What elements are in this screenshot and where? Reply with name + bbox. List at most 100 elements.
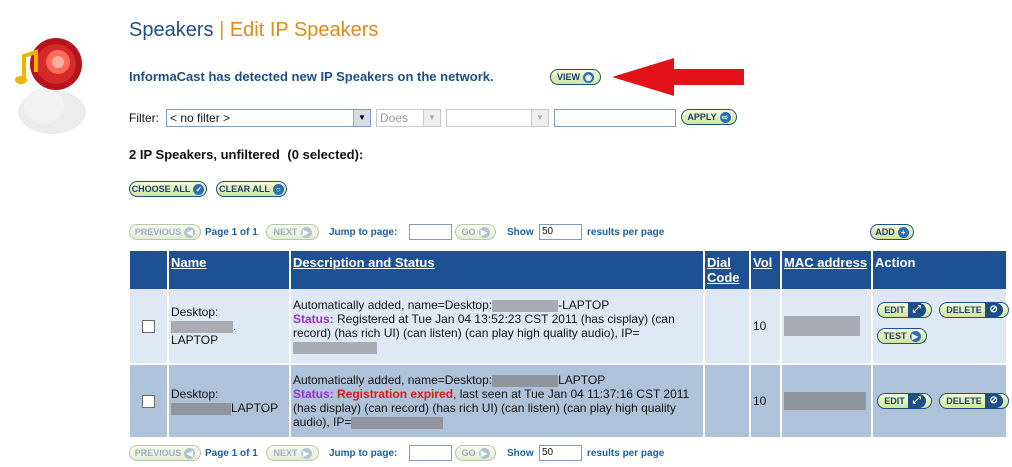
next-button-top: NEXT ▶ (266, 224, 319, 240)
jump-label-top: Jump to page: (329, 227, 398, 238)
table-row: Desktop: . LAPTOP Automatically added, n… (130, 289, 1009, 365)
arrow-right-icon: ▶ (909, 330, 921, 342)
action-cell: EDIT ⤢ DELETE ⊘ TEST ▶ (872, 289, 1009, 365)
filter-field-select[interactable]: < no filter > ▼ (166, 109, 371, 127)
show-input-top[interactable]: 50 (539, 224, 582, 240)
speaker-count: 2 IP Speakers, unfiltered (0 selected): (129, 147, 363, 162)
choose-all-button[interactable]: CHOOSE ALL ✓ (129, 181, 207, 197)
arrow-left-icon: ◀ (184, 226, 196, 238)
speaker-name-cell: Desktop: . LAPTOP (168, 289, 291, 365)
header-description[interactable]: Description and Status (290, 251, 705, 289)
no-entry-icon: ⊘ (984, 394, 1003, 408)
dropdown-arrow-icon: ▼ (423, 110, 440, 126)
redacted-ip (293, 341, 377, 354)
check-icon: ✓ (193, 183, 205, 195)
no-entry-icon: ⊘ (984, 303, 1003, 317)
redacted-name (492, 374, 559, 387)
apply-button-label: APPLY (687, 112, 717, 122)
speaker-count-text: IP Speakers, unfiltered (139, 147, 280, 162)
edit-button[interactable]: EDIT ⤢ (877, 393, 932, 409)
choose-all-label: CHOOSE ALL (131, 184, 191, 194)
header-vol[interactable]: Vol (750, 251, 782, 289)
speaker-description-cell: Automatically added, name=Desktop: LAPTOP… (290, 364, 705, 439)
go-label: GO (461, 448, 476, 458)
header-action: Action (872, 251, 1008, 289)
dial-code-cell (704, 364, 751, 439)
mac-cell (781, 289, 873, 365)
header-select (130, 251, 169, 289)
filter-field-value: < no filter > (170, 111, 231, 125)
redacted-name (171, 320, 233, 333)
plus-icon: + (897, 226, 909, 238)
clear-all-label: CLEAR ALL (219, 184, 270, 194)
view-button[interactable]: VIEW ◉ (550, 69, 601, 85)
redacted-ip (351, 416, 444, 429)
dropdown-arrow-icon: ▼ (353, 110, 370, 126)
clear-all-button[interactable]: CLEAR ALL ○ (216, 181, 287, 197)
apply-button[interactable]: APPLY ⇨ (681, 109, 737, 125)
page-info-bottom: Page 1 of 1 (205, 448, 258, 459)
edit-button[interactable]: EDIT ⤢ (877, 302, 932, 318)
redacted-name (171, 402, 231, 415)
view-button-label: VIEW (556, 72, 580, 82)
jump-label-bottom: Jump to page: (329, 448, 398, 459)
add-label: ADD (875, 227, 895, 237)
page-title: Speakers | Edit IP Speakers (129, 19, 378, 42)
dropdown-arrow-icon: ▼ (531, 110, 548, 126)
circle-icon: ○ (272, 183, 284, 195)
breadcrumb-separator: | (219, 19, 225, 41)
next-label: NEXT (273, 227, 298, 237)
selected-count: (0 selected): (287, 147, 364, 162)
speaker-name-cell: Desktop: LAPTOP (168, 364, 291, 439)
header-mac[interactable]: MAC address (781, 251, 873, 289)
arrow-right-icon: ▶ (300, 447, 312, 459)
eye-icon: ◉ (583, 71, 594, 83)
filter-condition-select: ▼ (446, 109, 549, 127)
previous-label: PREVIOUS (134, 448, 182, 458)
row-checkbox[interactable] (142, 394, 155, 408)
filter-label: Filter: (129, 111, 159, 125)
previous-button-bottom: PREVIOUS ◀ (129, 445, 201, 461)
vol-cell: 10 (750, 364, 782, 439)
arrow-right-icon: ▶ (478, 447, 490, 459)
test-button[interactable]: TEST ▶ (877, 328, 927, 344)
speakers-table: Name Description and Status Dial Code Vo… (130, 251, 1009, 439)
breadcrumb-edit-ip-speakers: Edit IP Speakers (229, 19, 379, 41)
delete-button[interactable]: DELETE ⊘ (939, 393, 1009, 409)
header-name[interactable]: Name (168, 251, 291, 289)
next-button-bottom: NEXT ▶ (266, 445, 319, 461)
jump-input-top[interactable] (409, 224, 452, 240)
go-label: GO (461, 227, 476, 237)
new-speakers-notice: InformaCast has detected new IP Speakers… (129, 69, 494, 84)
redacted-mac (784, 316, 860, 336)
table-header-row: Name Description and Status Dial Code Vo… (130, 251, 1008, 289)
add-button[interactable]: ADD + (870, 224, 914, 240)
resize-icon: ⤢ (907, 303, 926, 317)
red-arrow-icon (612, 58, 744, 96)
row-checkbox[interactable] (142, 319, 155, 333)
filter-operator-select: Does ▼ (376, 109, 441, 127)
arrow-right-icon: ▶ (478, 226, 490, 238)
delete-button[interactable]: DELETE ⊘ (939, 302, 1009, 318)
breadcrumb-speakers[interactable]: Speakers (129, 19, 214, 41)
previous-button-top: PREVIOUS ◀ (129, 224, 201, 240)
filter-operator-value: Does (380, 111, 409, 125)
filter-text-input[interactable] (554, 109, 676, 127)
results-label-top: results per page (587, 227, 665, 238)
page-info-top: Page 1 of 1 (205, 227, 258, 238)
arrow-right-icon: ▶ (300, 226, 312, 238)
show-label-top: Show (507, 227, 534, 238)
action-cell: EDIT ⤢ DELETE ⊘ (872, 364, 1009, 439)
jump-input-bottom[interactable] (409, 445, 452, 461)
show-input-bottom[interactable]: 50 (539, 445, 582, 461)
next-label: NEXT (273, 448, 298, 458)
speaker-description-cell: Automatically added, name=Desktop: -LAPTO… (290, 289, 705, 365)
arrow-right-icon: ⇨ (719, 111, 731, 123)
header-dial-code[interactable]: Dial Code (704, 251, 751, 289)
go-button-bottom: GO ▶ (455, 445, 496, 461)
previous-label: PREVIOUS (134, 227, 182, 237)
speaker-count-number: 2 (129, 147, 137, 162)
informacast-logo-icon (10, 28, 90, 138)
arrow-left-icon: ◀ (184, 447, 196, 459)
results-label-bottom: results per page (587, 448, 665, 459)
